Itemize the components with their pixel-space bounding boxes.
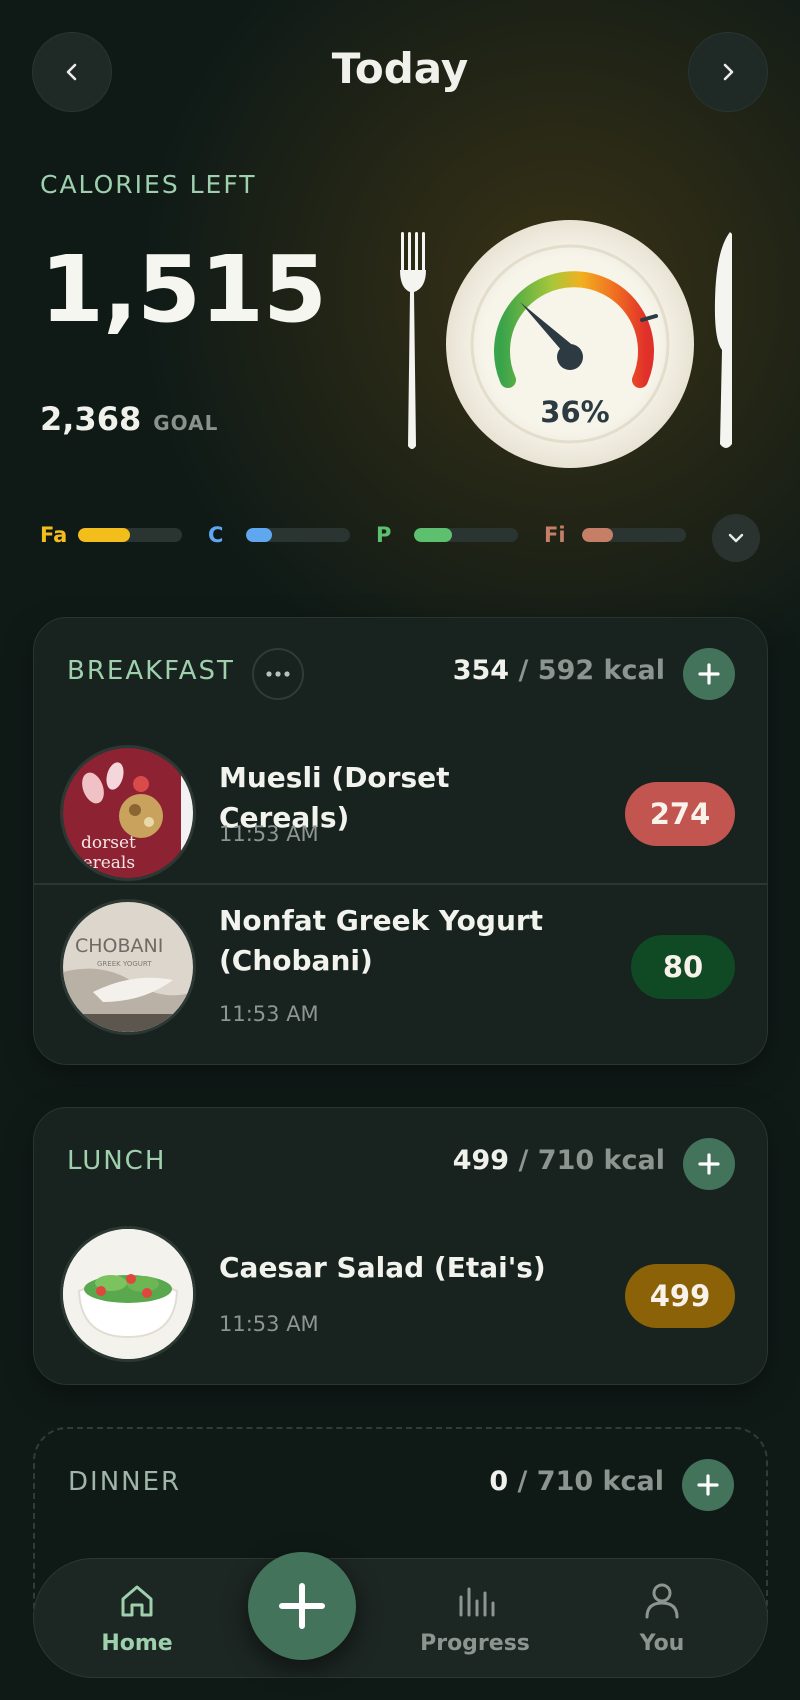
- macro-carbs-fill: [246, 528, 272, 542]
- macro-fiber-track: [582, 528, 686, 542]
- macro-carbs-track: [246, 528, 350, 542]
- macro-protein-track: [414, 528, 518, 542]
- macro-fat-label: Fa: [40, 523, 68, 547]
- plus-icon: [697, 1474, 719, 1496]
- breakfast-consumed: 354: [452, 655, 510, 686]
- plus-icon: [698, 1153, 720, 1175]
- breakfast-kcal: 354 / 592 kcal: [453, 655, 665, 686]
- home-icon: [121, 1585, 153, 1617]
- meal-card-lunch: LUNCH 499 / 710 kcal Caesar Salad (Etai'…: [33, 1107, 768, 1385]
- macro-fat: Fa: [40, 520, 182, 550]
- dinner-target: 710 kcal: [536, 1466, 664, 1497]
- quick-add-button[interactable]: [248, 1552, 356, 1660]
- dinner-separator: /: [517, 1466, 528, 1497]
- lunch-separator: /: [518, 1145, 529, 1176]
- more-horizontal-icon: [266, 671, 290, 677]
- meal-header-lunch: LUNCH 499 / 710 kcal: [34, 1108, 767, 1218]
- meal-name-dinner: DINNER: [68, 1467, 182, 1497]
- lunch-kcal: 499 / 710 kcal: [453, 1145, 665, 1176]
- food-time-muesli: 11:53 AM: [219, 822, 319, 846]
- lunch-consumed: 499: [452, 1145, 510, 1176]
- macro-carbs-label: C: [208, 523, 224, 547]
- calories-left-value: 1,515: [40, 236, 327, 343]
- goal-label: GOAL: [153, 411, 219, 435]
- macro-protein-fill: [414, 528, 453, 542]
- food-time-caesar-salad: 11:53 AM: [219, 1312, 319, 1336]
- calories-left-label: CALORIES LEFT: [40, 170, 257, 199]
- tab-home[interactable]: Home: [67, 1581, 207, 1656]
- breakfast-separator: /: [518, 655, 529, 686]
- breakfast-more-button[interactable]: [252, 648, 304, 700]
- meal-header-breakfast: BREAKFAST 354 / 592 kcal: [34, 618, 767, 728]
- kcal-badge-greek-yogurt: 80: [631, 935, 735, 999]
- calorie-progress-percent: 36%: [540, 395, 610, 429]
- goal-value: 2,368: [40, 400, 142, 438]
- plus-icon: [698, 663, 720, 685]
- chevron-down-icon: [728, 533, 744, 543]
- bar-chart-icon: [459, 1587, 495, 1617]
- dinner-kcal: 0 / 710 kcal: [489, 1466, 664, 1497]
- goal-row: 2,368 GOAL: [40, 400, 218, 438]
- dinner-consumed: 0: [489, 1466, 509, 1497]
- yogurt-thumb-text-2: GREEK YOGURT: [97, 960, 152, 968]
- plus-icon: [279, 1583, 325, 1629]
- macro-protein: P: [376, 520, 518, 550]
- macro-fat-fill: [78, 528, 130, 542]
- meal-name-lunch: LUNCH: [67, 1146, 167, 1176]
- muesli-thumb-text-1: dorset: [81, 833, 136, 853]
- food-time-greek-yogurt: 11:53 AM: [219, 1002, 319, 1026]
- tab-progress[interactable]: Progress: [405, 1581, 545, 1656]
- today-screen: Today CALORIES LEFT 1,515 2,368 GOAL 36%…: [0, 0, 800, 1700]
- food-name-greek-yogurt: Nonfat Greek Yogurt (Chobani): [219, 904, 544, 977]
- macro-fiber-fill: [582, 528, 614, 542]
- food-item-greek-yogurt[interactable]: CHOBANI GREEK YOGURT Nonfat Greek Yogurt…: [34, 883, 767, 1063]
- lunch-target: 710 kcal: [537, 1145, 665, 1176]
- knife-icon: [714, 232, 732, 448]
- macro-fiber-label: Fi: [544, 523, 566, 547]
- next-day-button[interactable]: [688, 32, 768, 112]
- breakfast-target: 592 kcal: [537, 655, 665, 686]
- macro-carbs: C: [208, 520, 350, 550]
- salad-bowl-icon: [63, 1229, 193, 1359]
- page-title: Today: [331, 44, 469, 93]
- food-name-caesar-salad: Caesar Salad (Etai's): [219, 1251, 546, 1284]
- fork-icon: [400, 232, 426, 449]
- kcal-badge-caesar-salad: 499: [625, 1264, 735, 1328]
- macro-fat-track: [78, 528, 182, 542]
- macro-bars: Fa C P Fi: [40, 514, 760, 562]
- macro-fiber: Fi: [544, 520, 686, 550]
- tab-home-label: Home: [101, 1631, 173, 1656]
- food-thumbnail-greek-yogurt: CHOBANI GREEK YOGURT: [60, 899, 196, 1035]
- tab-you-label: You: [639, 1631, 685, 1656]
- muesli-thumb-text-2: cereals: [73, 853, 135, 873]
- meal-name-breakfast: BREAKFAST: [67, 656, 235, 686]
- food-item-caesar-salad[interactable]: Caesar Salad (Etai's) 11:53 AM 499: [34, 1218, 767, 1383]
- add-breakfast-button[interactable]: [683, 648, 735, 700]
- add-dinner-button[interactable]: [682, 1459, 734, 1511]
- food-item-muesli[interactable]: dorset cereals Muesli (Dorset Cereals) 1…: [34, 728, 767, 898]
- kcal-badge-muesli: 274: [625, 782, 735, 846]
- add-lunch-button[interactable]: [683, 1138, 735, 1190]
- calorie-plate-gauge: 36%: [390, 210, 750, 470]
- food-thumbnail-caesar-salad: [60, 1226, 196, 1362]
- tab-progress-label: Progress: [420, 1631, 530, 1656]
- expand-macros-button[interactable]: [712, 514, 760, 562]
- macro-protein-label: P: [376, 523, 392, 547]
- meal-header-dinner: DINNER 0 / 710 kcal: [35, 1429, 766, 1539]
- food-thumbnail-muesli: dorset cereals: [60, 745, 196, 881]
- meal-card-breakfast: BREAKFAST 354 / 592 kcal dorset cereals …: [33, 617, 768, 1065]
- yogurt-thumb-text-1: CHOBANI: [75, 935, 163, 957]
- chevron-right-icon: [723, 63, 734, 81]
- bottom-navigation: Home Progress You: [33, 1558, 768, 1678]
- user-icon: [645, 1583, 679, 1619]
- tab-you[interactable]: You: [592, 1581, 732, 1656]
